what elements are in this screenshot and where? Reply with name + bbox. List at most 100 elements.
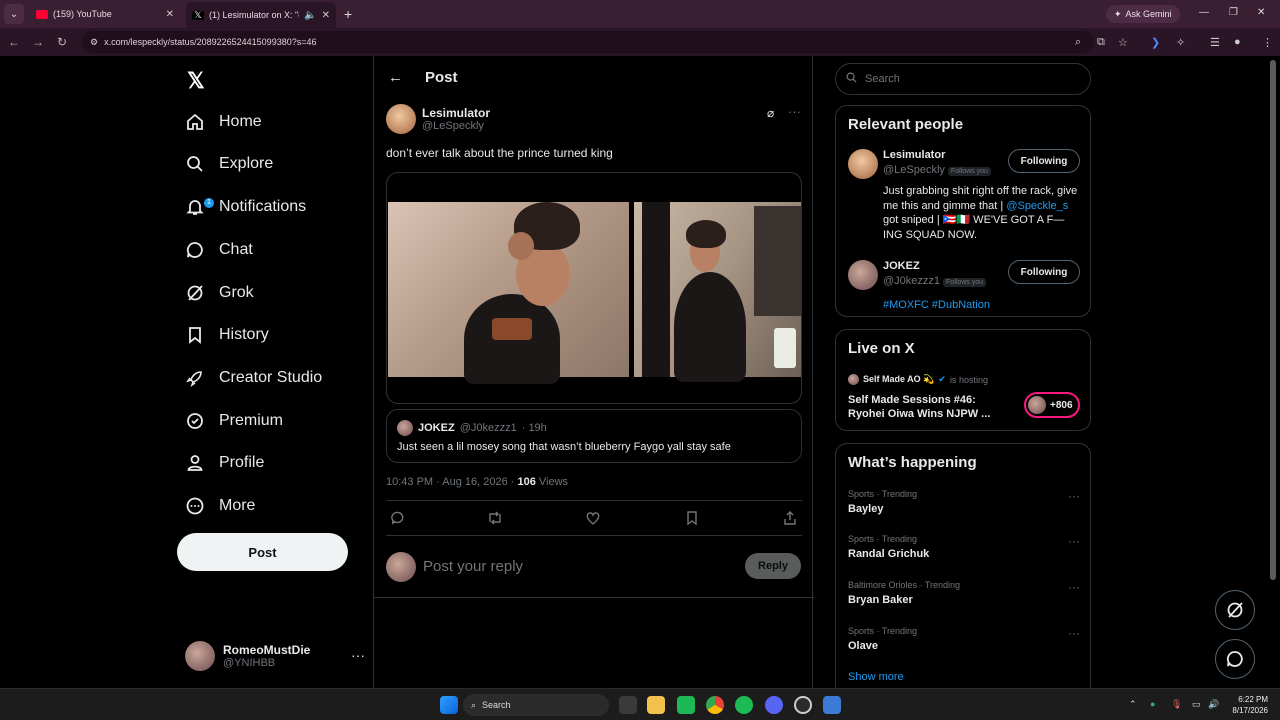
post-datetime[interactable]: 10:43 PM · Aug 16, 2026 · bbox=[386, 476, 514, 488]
doorframe bbox=[642, 202, 670, 377]
site-info-icon[interactable]: ⚙ bbox=[90, 37, 98, 48]
page-scrollbar[interactable] bbox=[1270, 60, 1276, 580]
nav-history[interactable]: History bbox=[185, 317, 269, 353]
nav-profile[interactable]: Profile bbox=[185, 445, 264, 481]
nav-grok[interactable]: Grok bbox=[185, 275, 254, 311]
repost-icon[interactable] bbox=[486, 510, 504, 529]
trend-item[interactable]: Sports · Trending Olave ··· bbox=[848, 626, 1080, 652]
nav-more[interactable]: More bbox=[185, 488, 255, 524]
discord-icon[interactable] bbox=[765, 696, 783, 714]
post-author[interactable]: Lesimulator @LeSpeckly bbox=[386, 104, 490, 134]
account-switcher[interactable]: RomeoMustDie @YNIHBB ··· bbox=[185, 639, 365, 673]
taskbar-search[interactable]: ⌕ Search bbox=[463, 694, 609, 716]
x-logo-icon[interactable]: 𝕏 bbox=[187, 68, 205, 94]
like-icon[interactable] bbox=[585, 510, 601, 529]
reply-icon[interactable] bbox=[390, 510, 406, 529]
address-bar-row: ← → ↻ ⚙ x.com/lespeckly/status/208922652… bbox=[0, 28, 1280, 56]
microphone-icon[interactable]: 🎙 bbox=[1171, 699, 1182, 710]
reading-list-icon[interactable]: ☰ bbox=[1210, 36, 1220, 49]
person-handle: @LeSpeckly bbox=[883, 164, 945, 176]
grok-icon[interactable]: ⌀ bbox=[767, 106, 774, 120]
nav-home[interactable]: Home bbox=[185, 104, 262, 140]
install-icon[interactable]: ⧉ bbox=[1097, 36, 1105, 49]
tray-app-icon[interactable]: ● bbox=[1150, 699, 1155, 709]
close-window-icon[interactable]: ✕ bbox=[1257, 7, 1265, 18]
close-tab-icon[interactable]: ✕ bbox=[166, 9, 174, 20]
show-more-link[interactable]: Show more bbox=[848, 671, 904, 683]
network-icon[interactable]: ▭ bbox=[1192, 699, 1201, 710]
quoted-post[interactable]: JOKEZ @J0kezzz1 · 19h Just seen a lil mo… bbox=[386, 409, 802, 463]
following-button[interactable]: Following bbox=[1008, 149, 1080, 173]
search-input[interactable]: Search bbox=[835, 63, 1091, 95]
nav-explore[interactable]: Explore bbox=[185, 146, 273, 182]
avatar bbox=[397, 420, 413, 436]
nav-chat[interactable]: Chat bbox=[185, 232, 253, 268]
new-tab-button[interactable]: + bbox=[344, 6, 352, 22]
more-horizontal-icon[interactable]: ··· bbox=[1068, 626, 1080, 640]
maximize-icon[interactable]: ❐ bbox=[1229, 7, 1238, 18]
verified-badge-icon: ✔ bbox=[938, 374, 946, 384]
mirror-shape bbox=[754, 206, 801, 316]
system-clock[interactable]: 6:22 PM 8/17/2026 bbox=[1224, 694, 1268, 716]
nav-premium[interactable]: Premium bbox=[185, 403, 283, 439]
tab-search-dropdown[interactable]: ⌄ bbox=[4, 4, 24, 24]
chrome-icon[interactable] bbox=[706, 696, 724, 714]
browser-tab-x[interactable]: 𝕏 (1) Lesimulator on X: "don't 🔈 ✕ bbox=[186, 2, 336, 28]
volume-icon[interactable]: 🔊 bbox=[1208, 699, 1219, 710]
menu-icon[interactable]: ⋮ bbox=[1262, 36, 1273, 49]
close-tab-icon[interactable]: ✕ bbox=[322, 10, 330, 21]
more-horizontal-icon[interactable]: ··· bbox=[788, 104, 801, 119]
ask-gemini-button[interactable]: ✦ Ask Gemini bbox=[1106, 5, 1180, 23]
url-bar[interactable]: ⚙ x.com/lespeckly/status/208922652441509… bbox=[82, 31, 1094, 53]
browser-tab-youtube[interactable]: (159) YouTube ✕ bbox=[30, 3, 180, 25]
more-horizontal-icon[interactable]: ··· bbox=[351, 647, 365, 663]
extension-icon[interactable]: ❯ bbox=[1151, 36, 1160, 49]
photos-icon[interactable] bbox=[823, 696, 841, 714]
app-icon[interactable] bbox=[794, 696, 812, 714]
chevron-up-icon[interactable]: ⌃ bbox=[1129, 699, 1137, 710]
grok-fab-button[interactable] bbox=[1215, 590, 1255, 630]
post-video[interactable] bbox=[386, 172, 802, 404]
extensions-icon[interactable]: ✧ bbox=[1176, 36, 1185, 49]
more-horizontal-icon[interactable]: ··· bbox=[1068, 580, 1080, 594]
trend-item[interactable]: Sports · Trending Randal Grichuk ··· bbox=[848, 534, 1080, 560]
start-icon[interactable] bbox=[440, 696, 458, 714]
card-title: Relevant people bbox=[848, 116, 964, 133]
person-name: Lesimulator bbox=[883, 149, 946, 161]
minimize-icon[interactable]: — bbox=[1199, 7, 1209, 18]
nav-notifications[interactable]: 1 Notifications bbox=[185, 189, 306, 225]
clock-date: 8/17/2026 bbox=[1232, 706, 1268, 715]
spotify-icon[interactable] bbox=[735, 696, 753, 714]
back-arrow-icon[interactable]: ← bbox=[388, 69, 403, 86]
forward-nav-icon[interactable]: → bbox=[26, 35, 50, 49]
live-session-title[interactable]: Self Made Sessions #46: Ryohei Oiwa Wins… bbox=[848, 393, 1008, 421]
host-name: Self Made AO 💫 bbox=[863, 374, 935, 384]
reply-button[interactable]: Reply bbox=[745, 553, 801, 579]
share-icon[interactable] bbox=[782, 510, 798, 529]
chat-fab-button[interactable] bbox=[1215, 639, 1255, 679]
reply-input[interactable]: Post your reply bbox=[423, 558, 523, 575]
app-icon[interactable] bbox=[677, 696, 695, 714]
more-horizontal-icon[interactable]: ··· bbox=[1068, 534, 1080, 548]
post-button[interactable]: Post bbox=[177, 533, 348, 571]
task-view-icon[interactable] bbox=[619, 696, 637, 714]
trend-name: Olave bbox=[848, 640, 878, 652]
quoted-post-header: JOKEZ @J0kezzz1 · 19h bbox=[397, 420, 547, 436]
profile-icon[interactable]: ● bbox=[1234, 36, 1241, 48]
mute-tab-icon[interactable]: 🔈 bbox=[304, 10, 316, 21]
bookmark-icon[interactable] bbox=[684, 510, 700, 529]
reload-icon[interactable]: ↻ bbox=[50, 35, 74, 49]
more-horizontal-icon[interactable]: ··· bbox=[1068, 489, 1080, 503]
star-icon[interactable]: ☆ bbox=[1118, 36, 1128, 49]
trend-item[interactable]: Sports · Trending Bayley ··· bbox=[848, 489, 1080, 515]
bio-mention-link[interactable]: @Speckle_s bbox=[1006, 200, 1068, 212]
person-bio[interactable]: #MOXFC #DubNation bbox=[883, 298, 990, 313]
file-explorer-icon[interactable] bbox=[647, 696, 665, 714]
back-nav-icon[interactable]: ← bbox=[2, 35, 26, 49]
following-button[interactable]: Following bbox=[1008, 260, 1080, 284]
account-handle: @YNIHBB bbox=[223, 657, 276, 669]
trend-item[interactable]: Baltimore Orioles · Trending Bryan Baker… bbox=[848, 580, 1080, 606]
nav-creator-studio[interactable]: Creator Studio bbox=[185, 360, 322, 396]
zoom-icon[interactable]: ⌕ bbox=[1075, 36, 1081, 49]
live-listeners[interactable]: +806 bbox=[1024, 392, 1080, 418]
